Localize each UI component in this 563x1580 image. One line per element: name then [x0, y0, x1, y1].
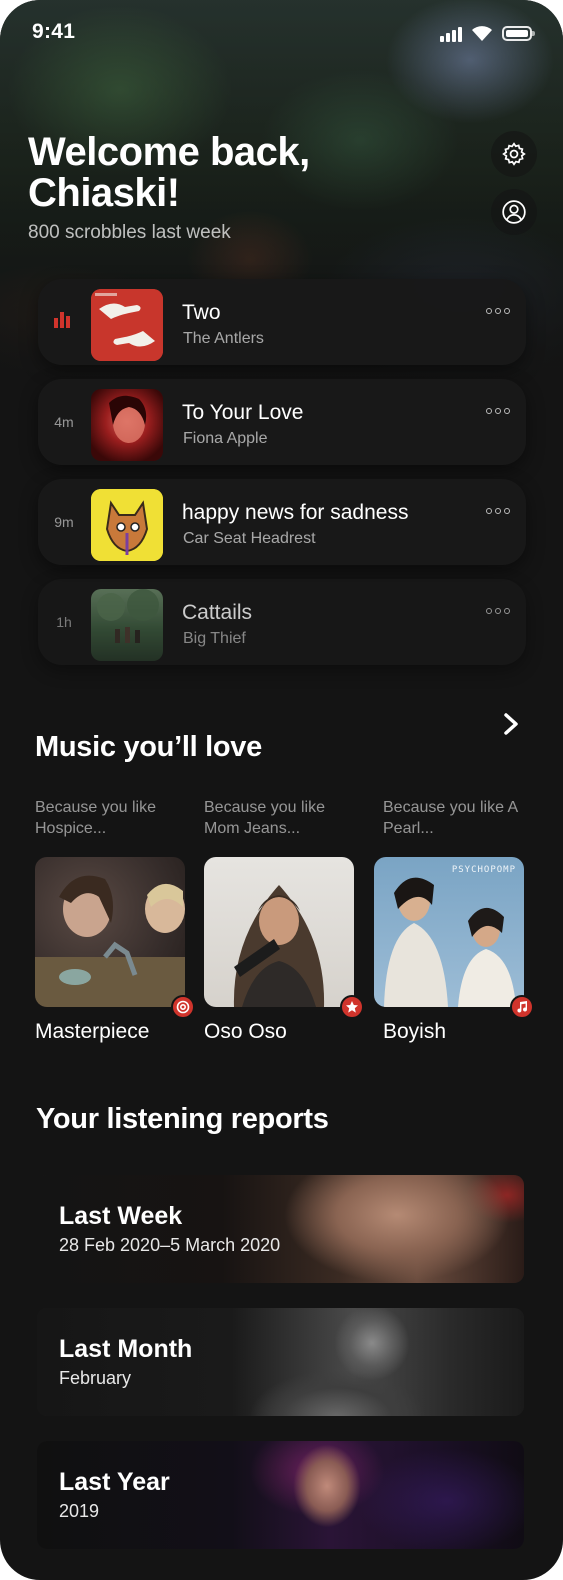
track-time-ago: 4m [54, 414, 74, 430]
report-card-last-month[interactable]: Last Month February [37, 1308, 524, 1416]
status-bar: 9:41 [0, 0, 563, 64]
profile-button[interactable] [491, 189, 537, 235]
album-art [91, 589, 163, 661]
more-options-icon[interactable] [486, 508, 510, 514]
recommendation-card[interactable]: Because you like Hospice... Masterpiece [35, 797, 195, 1044]
album-art [91, 289, 163, 361]
artist-photo [204, 857, 364, 1019]
track-artist: Fiona Apple [183, 430, 268, 447]
user-icon [502, 200, 526, 224]
recommendation-reason: Because you like A Pearl... [383, 799, 518, 837]
recommendation-name: Boyish [383, 1020, 447, 1043]
report-title: Last Year [59, 1468, 170, 1496]
cellular-signal-icon [440, 26, 464, 42]
album-art [91, 489, 163, 561]
recommendation-reason: Because you like Mom Jeans... [204, 799, 325, 837]
recommendation-name: Masterpiece [35, 1020, 150, 1043]
report-period: February [59, 1368, 132, 1388]
battery-icon [502, 26, 535, 41]
track-title: happy news for sadness [182, 501, 409, 524]
album-cover: PSYCHOPOMP [374, 857, 534, 1019]
status-time: 9:41 [32, 20, 76, 43]
track-row[interactable]: 1h Cattails Big Thief [38, 579, 526, 665]
track-row[interactable]: Two The Antlers [38, 279, 526, 365]
track-row[interactable]: 9m happy news for sadness Car Seat Headr… [38, 479, 526, 565]
track-artist: The Antlers [183, 330, 264, 347]
report-card-last-week[interactable]: Last Week 28 Feb 2020–5 March 2020 [37, 1175, 524, 1283]
more-options-icon[interactable] [486, 308, 510, 314]
greeting-title: Welcome back, Chiaski! [28, 130, 310, 215]
track-artist: Car Seat Headrest [183, 530, 316, 547]
chevron-right-icon[interactable] [498, 710, 524, 738]
wifi-icon [472, 26, 492, 41]
target-icon [171, 995, 195, 1019]
album-cover [35, 857, 195, 1019]
section-title-recommendations: Music you’ll love [35, 731, 262, 763]
track-time-ago: 9m [54, 514, 74, 530]
gear-icon [502, 142, 526, 166]
report-period: 2019 [59, 1501, 100, 1521]
track-row[interactable]: 4m To Your Love Fiona Apple [38, 379, 526, 465]
section-title-reports: Your listening reports [36, 1103, 329, 1135]
recommendation-name: Oso Oso [204, 1020, 287, 1043]
scrobble-count: 800 scrobbles last week [28, 222, 231, 243]
track-title: To Your Love [182, 401, 304, 424]
more-options-icon[interactable] [486, 608, 510, 614]
music-note-icon [510, 995, 534, 1019]
recommendation-reason: Because you like Hospice... [35, 799, 156, 837]
track-time-ago: 1h [56, 614, 72, 630]
album-art [91, 389, 163, 461]
track-artist: Big Thief [183, 630, 246, 647]
report-title: Last Week [59, 1202, 183, 1230]
report-period: 28 Feb 2020–5 March 2020 [59, 1235, 281, 1255]
greeting-block: Welcome back, Chiaski! 800 scrobbles las… [28, 132, 368, 244]
report-card-last-year[interactable]: Last Year 2019 [37, 1441, 524, 1549]
more-options-icon[interactable] [486, 408, 510, 414]
recent-tracks-list: Two The Antlers 4m To Your Love Fiona Ap… [38, 279, 526, 679]
report-title: Last Month [59, 1335, 193, 1363]
track-title: Two [182, 301, 221, 324]
star-icon [340, 995, 364, 1019]
recommendation-card[interactable]: Because you like Mom Jeans... Oso Oso [204, 797, 364, 1044]
cover-text: PSYCHOPOMP [451, 865, 516, 875]
track-title: Cattails [182, 601, 253, 624]
recommendation-card[interactable]: Because you like A Pearl... PSYCHOPOMP B… [374, 797, 534, 1044]
app-screen: 9:41 Welcome back, Chiaski! 800 scrobble… [0, 0, 563, 1580]
settings-button[interactable] [491, 131, 537, 177]
